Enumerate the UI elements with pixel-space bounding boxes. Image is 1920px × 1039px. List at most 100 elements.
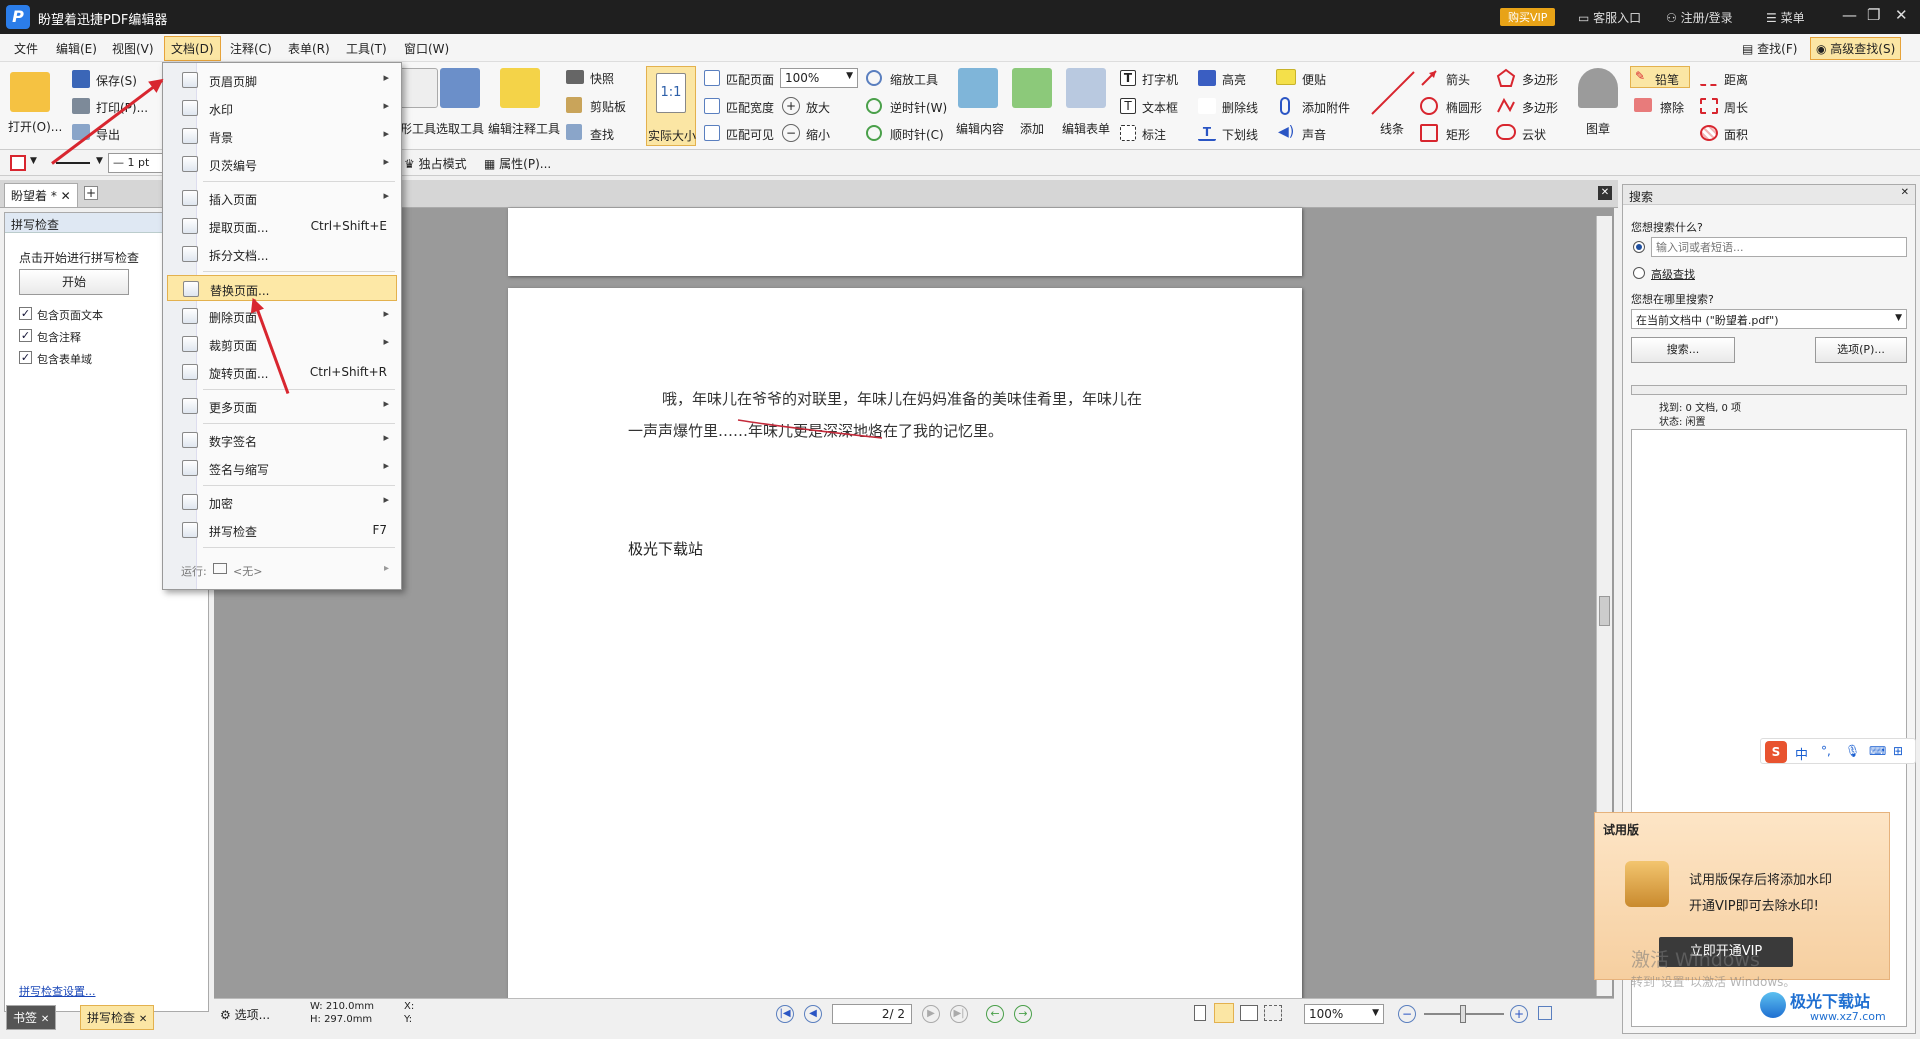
include-comments-checkbox[interactable]: ✓ [19,329,32,342]
fit-width-button[interactable]: 匹配宽度 [726,99,774,116]
zoom-out-icon[interactable]: − [1398,1005,1416,1023]
menu-item-14[interactable]: 加密 ▸ [163,489,401,515]
next-page-icon[interactable]: ▶ [922,1005,940,1023]
status-zoom-combo[interactable]: 100% ▼ [1304,1004,1384,1024]
minimize-icon[interactable]: — [1842,6,1857,24]
close-document-icon[interactable]: ✕ [1598,186,1612,200]
spellcheck-settings-link[interactable]: 拼写检查设置... [19,983,96,999]
fit-visible-button[interactable]: 匹配可见 [726,126,774,143]
typewriter-button[interactable]: 打字机 [1142,71,1178,88]
menu-item-0[interactable]: 页眉页脚 ▸ [163,67,401,93]
arrow-tool-button[interactable]: 箭头 [1446,71,1470,88]
menu-edit[interactable]: 编辑(E) [56,40,97,57]
search-scope-select[interactable]: 在当前文档中 ("盼望着.pdf") ▼ [1631,309,1907,329]
ellipse-button[interactable]: 椭圆形 [1446,99,1482,116]
document-viewport[interactable]: 哦，年味儿在爷爷的对联里，年味儿在妈妈准备的美味佳肴里，年味儿在 一声声爆竹里…… [214,208,1614,1008]
menu-comment[interactable]: 注释(C) [230,40,272,57]
fit-page-button[interactable]: 匹配页面 [726,71,774,88]
advanced-search-label[interactable]: 高级查找 [1651,266,1695,282]
perimeter-button[interactable]: 周长 [1724,99,1748,116]
cover-pages-icon[interactable] [1264,1005,1282,1021]
radio-advanced[interactable] [1633,267,1645,279]
line-tool-button[interactable]: 线条 [1380,120,1404,137]
zoom-combo[interactable]: 100% ▼ [780,68,858,88]
edit-content-button[interactable]: 编辑内容 [956,120,1004,137]
highlight-button[interactable]: 高亮 [1222,71,1246,88]
menu-item-11[interactable]: 更多页面 ▸ [163,393,401,419]
edit-content-icon[interactable] [958,68,998,108]
cloud-button[interactable]: 云状 [1522,126,1546,143]
save-button[interactable]: 保存(S) [96,72,137,89]
menu-window[interactable]: 窗口(W) [404,40,449,57]
line-style-icon[interactable] [56,162,90,164]
menu-item-6[interactable]: 拆分文档... [163,241,401,267]
distance-button[interactable]: 距离 [1724,71,1748,88]
microphone-icon[interactable]: 🎙 [1845,744,1860,758]
tab-close-icon[interactable]: ✕ [41,1014,49,1025]
menu-button[interactable]: ☰ 菜单 [1766,9,1805,26]
find-button[interactable]: ▤ 查找(F) [1742,40,1797,57]
customer-service-link[interactable]: ▭ 客服入口 [1578,9,1641,26]
menu-item-15[interactable]: 拼写检查 F7 [163,517,401,543]
menu-form[interactable]: 表单(R) [288,40,330,57]
select-text-icon[interactable] [440,68,480,108]
tab-close-icon[interactable]: ✕ [139,1014,147,1025]
stamp-icon[interactable] [1578,68,1618,108]
menu-item-5[interactable]: 提取页面... Ctrl+Shift+E [163,213,401,239]
first-page-icon[interactable]: |◀ [776,1005,794,1023]
attach-file-button[interactable]: 添加附件 [1302,99,1350,116]
ime-toolbar[interactable]: S 中 °, 🎙 ⌨ ⊞ [1760,738,1916,764]
login-link[interactable]: ⚇ 注册/登录 [1666,9,1733,26]
find-ribbon-button[interactable]: 查找 [590,126,614,143]
fit-icon[interactable] [1538,1006,1552,1020]
last-page-icon[interactable]: ▶| [950,1005,968,1023]
rotate-ccw-button[interactable]: 逆时针(W) [890,99,947,116]
zoom-slider[interactable] [1424,1005,1504,1023]
underline-button[interactable]: 下划线 [1222,126,1258,143]
dropdown-arrow-icon[interactable]: ▼ [30,156,37,166]
zoom-in-icon[interactable]: + [1510,1005,1528,1023]
stamp-button[interactable]: 图章 [1586,120,1610,137]
zoom-out-button[interactable]: 缩小 [806,126,830,143]
menu-file[interactable]: 文件 [14,40,38,57]
sogou-logo-icon[interactable]: S [1765,741,1787,763]
add-button[interactable]: 添加 [1020,120,1044,137]
textbox-button[interactable]: 文本框 [1142,99,1178,116]
close-icon[interactable]: ✕ [1901,187,1909,198]
rotate-cw-button[interactable]: 顺时针(C) [890,126,944,143]
zoom-in-button[interactable]: 放大 [806,99,830,116]
eraser-button[interactable]: 擦除 [1660,99,1684,116]
facing-pages-icon[interactable] [1240,1005,1258,1021]
single-page-icon[interactable] [1194,1005,1206,1021]
open-button[interactable]: 打开(O)... [8,118,62,135]
hand-tool-button[interactable]: 形工具 [400,120,436,137]
snapshot-button[interactable]: 快照 [590,70,614,87]
options-button[interactable]: ⚙ 选项... [220,1006,270,1023]
include-page-text-checkbox[interactable]: ✓ [19,307,32,320]
menu-tools[interactable]: 工具(T) [346,40,387,57]
menu-item-7[interactable]: 替换页面... [167,275,397,301]
callout-button[interactable]: 标注 [1142,126,1166,143]
pencil-button[interactable]: ✎ 铅笔 [1630,66,1690,88]
sticky-note-button[interactable]: 便贴 [1302,71,1326,88]
hand-icon[interactable] [398,68,438,108]
edit-form-button[interactable]: 编辑表单 [1062,120,1110,137]
advanced-find-button[interactable]: ◉ 高级查找(S) [1810,37,1902,60]
menu-item-12[interactable]: 数字签名 ▸ [163,427,401,453]
menu-item-1[interactable]: 水印 ▸ [163,95,401,121]
rectangle-button[interactable]: 矩形 [1446,126,1470,143]
folder-icon[interactable] [10,72,50,112]
document-tab[interactable]: 盼望着 * ✕ [4,183,78,208]
menu-item-13[interactable]: 签名与缩写 ▸ [163,455,401,481]
page-number-field[interactable]: 2/ 2 [832,1004,912,1024]
new-tab-icon[interactable]: + [84,186,98,200]
edit-annotation-tool-button[interactable]: 编辑注释工具 [488,120,560,137]
color-picker-icon[interactable] [10,155,26,171]
search-options-button[interactable]: 选项(P)... [1815,337,1907,363]
menu-item-4[interactable]: 插入页面 ▸ [163,185,401,211]
prev-page-icon[interactable]: ◀ [804,1005,822,1023]
select-tool-button[interactable]: 选取工具 [436,120,484,137]
forward-icon[interactable]: → [1014,1005,1032,1023]
menu-item-9[interactable]: 裁剪页面 ▸ [163,331,401,357]
zoom-tool-button[interactable]: 缩放工具 [890,71,938,88]
